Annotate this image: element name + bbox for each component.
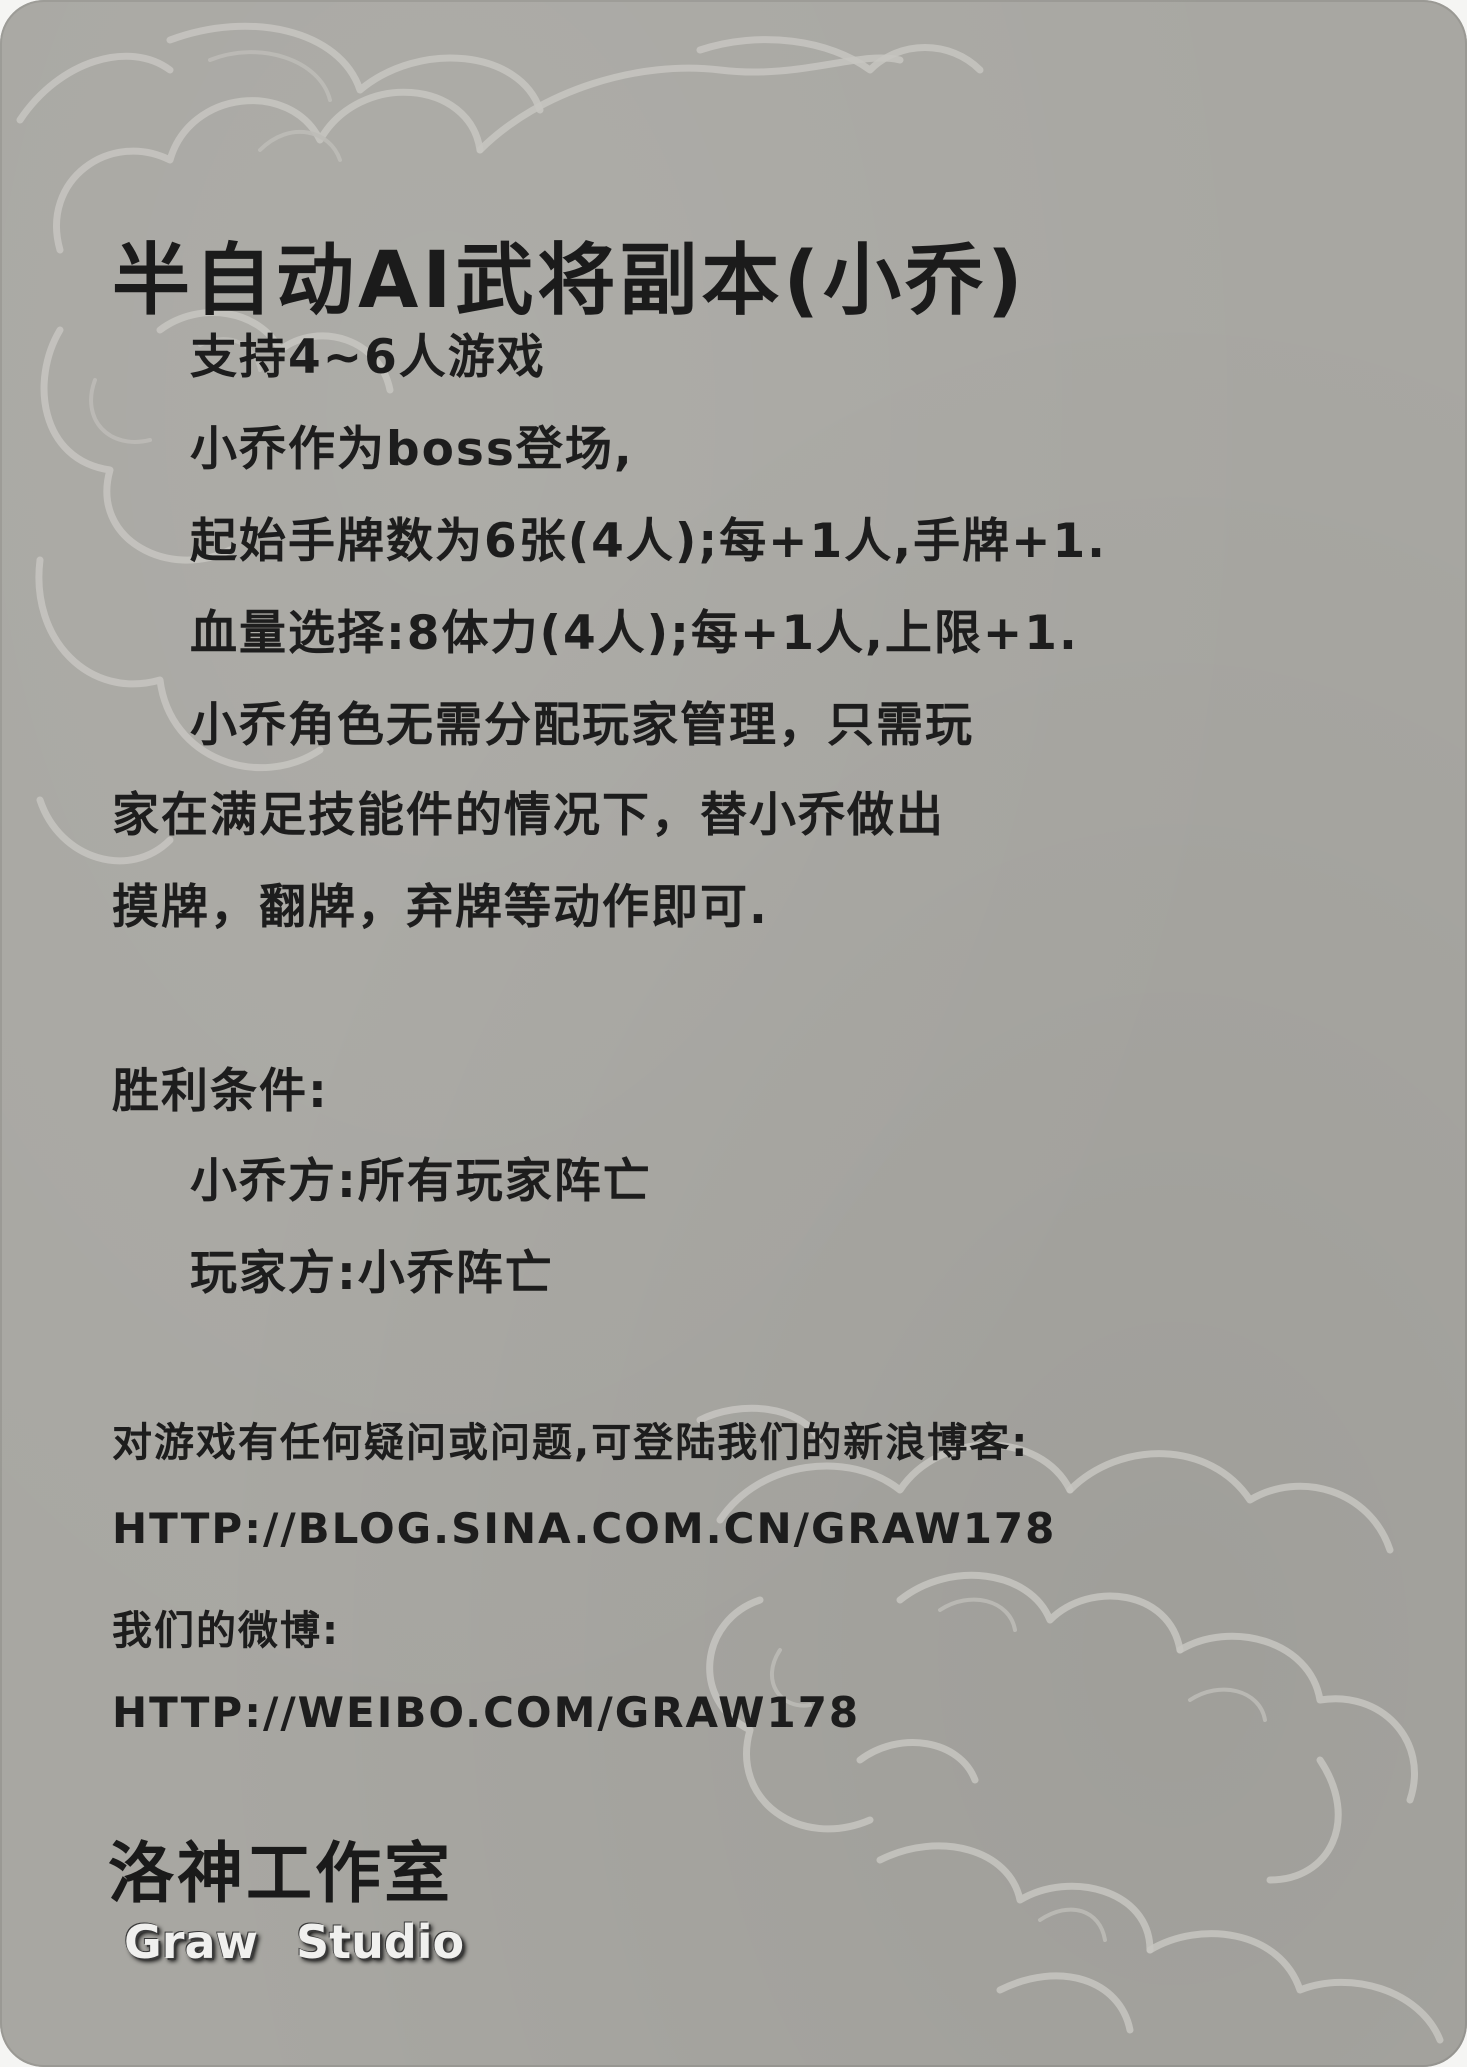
rule-line-management-2: 家在满足技能件的情况下，替小乔做出 — [112, 788, 945, 843]
blog-url: HTTP://BLOG.SINA.COM.CN/GRAW178 — [112, 1504, 1057, 1553]
contact-prompt: 对游戏有任何疑问或问题,可登陆我们的新浪博客: — [112, 1420, 1030, 1466]
weibo-url: HTTP://WEIBO.COM/GRAW178 — [112, 1688, 861, 1737]
card-title: 半自动AI武将副本(小乔) — [112, 236, 1027, 326]
rule-card: 半自动AI武将副本(小乔) 支持4~6人游戏 小乔作为boss登场, 起始手牌数… — [0, 0, 1467, 2067]
rule-line-players: 支持4~6人游戏 — [190, 330, 546, 385]
rule-line-health: 血量选择:8体力(4人);每+1人,上限+1. — [190, 606, 1079, 661]
victory-player-side: 玩家方:小乔阵亡 — [190, 1246, 554, 1301]
studio-name-en: Graw Studio — [124, 1915, 465, 1969]
rule-line-management-1: 小乔角色无需分配玩家管理，只需玩 — [190, 698, 974, 753]
studio-name-cn: 洛神工作室 — [108, 1834, 453, 1912]
victory-heading: 胜利条件: — [112, 1064, 329, 1119]
weibo-label: 我们的微博: — [112, 1608, 340, 1654]
rule-line-management-3: 摸牌，翻牌，弃牌等动作即可. — [112, 880, 769, 935]
victory-boss-side: 小乔方:所有玩家阵亡 — [190, 1154, 652, 1209]
rule-line-boss: 小乔作为boss登场, — [190, 422, 634, 477]
rule-line-hand: 起始手牌数为6张(4人);每+1人,手牌+1. — [190, 514, 1108, 569]
